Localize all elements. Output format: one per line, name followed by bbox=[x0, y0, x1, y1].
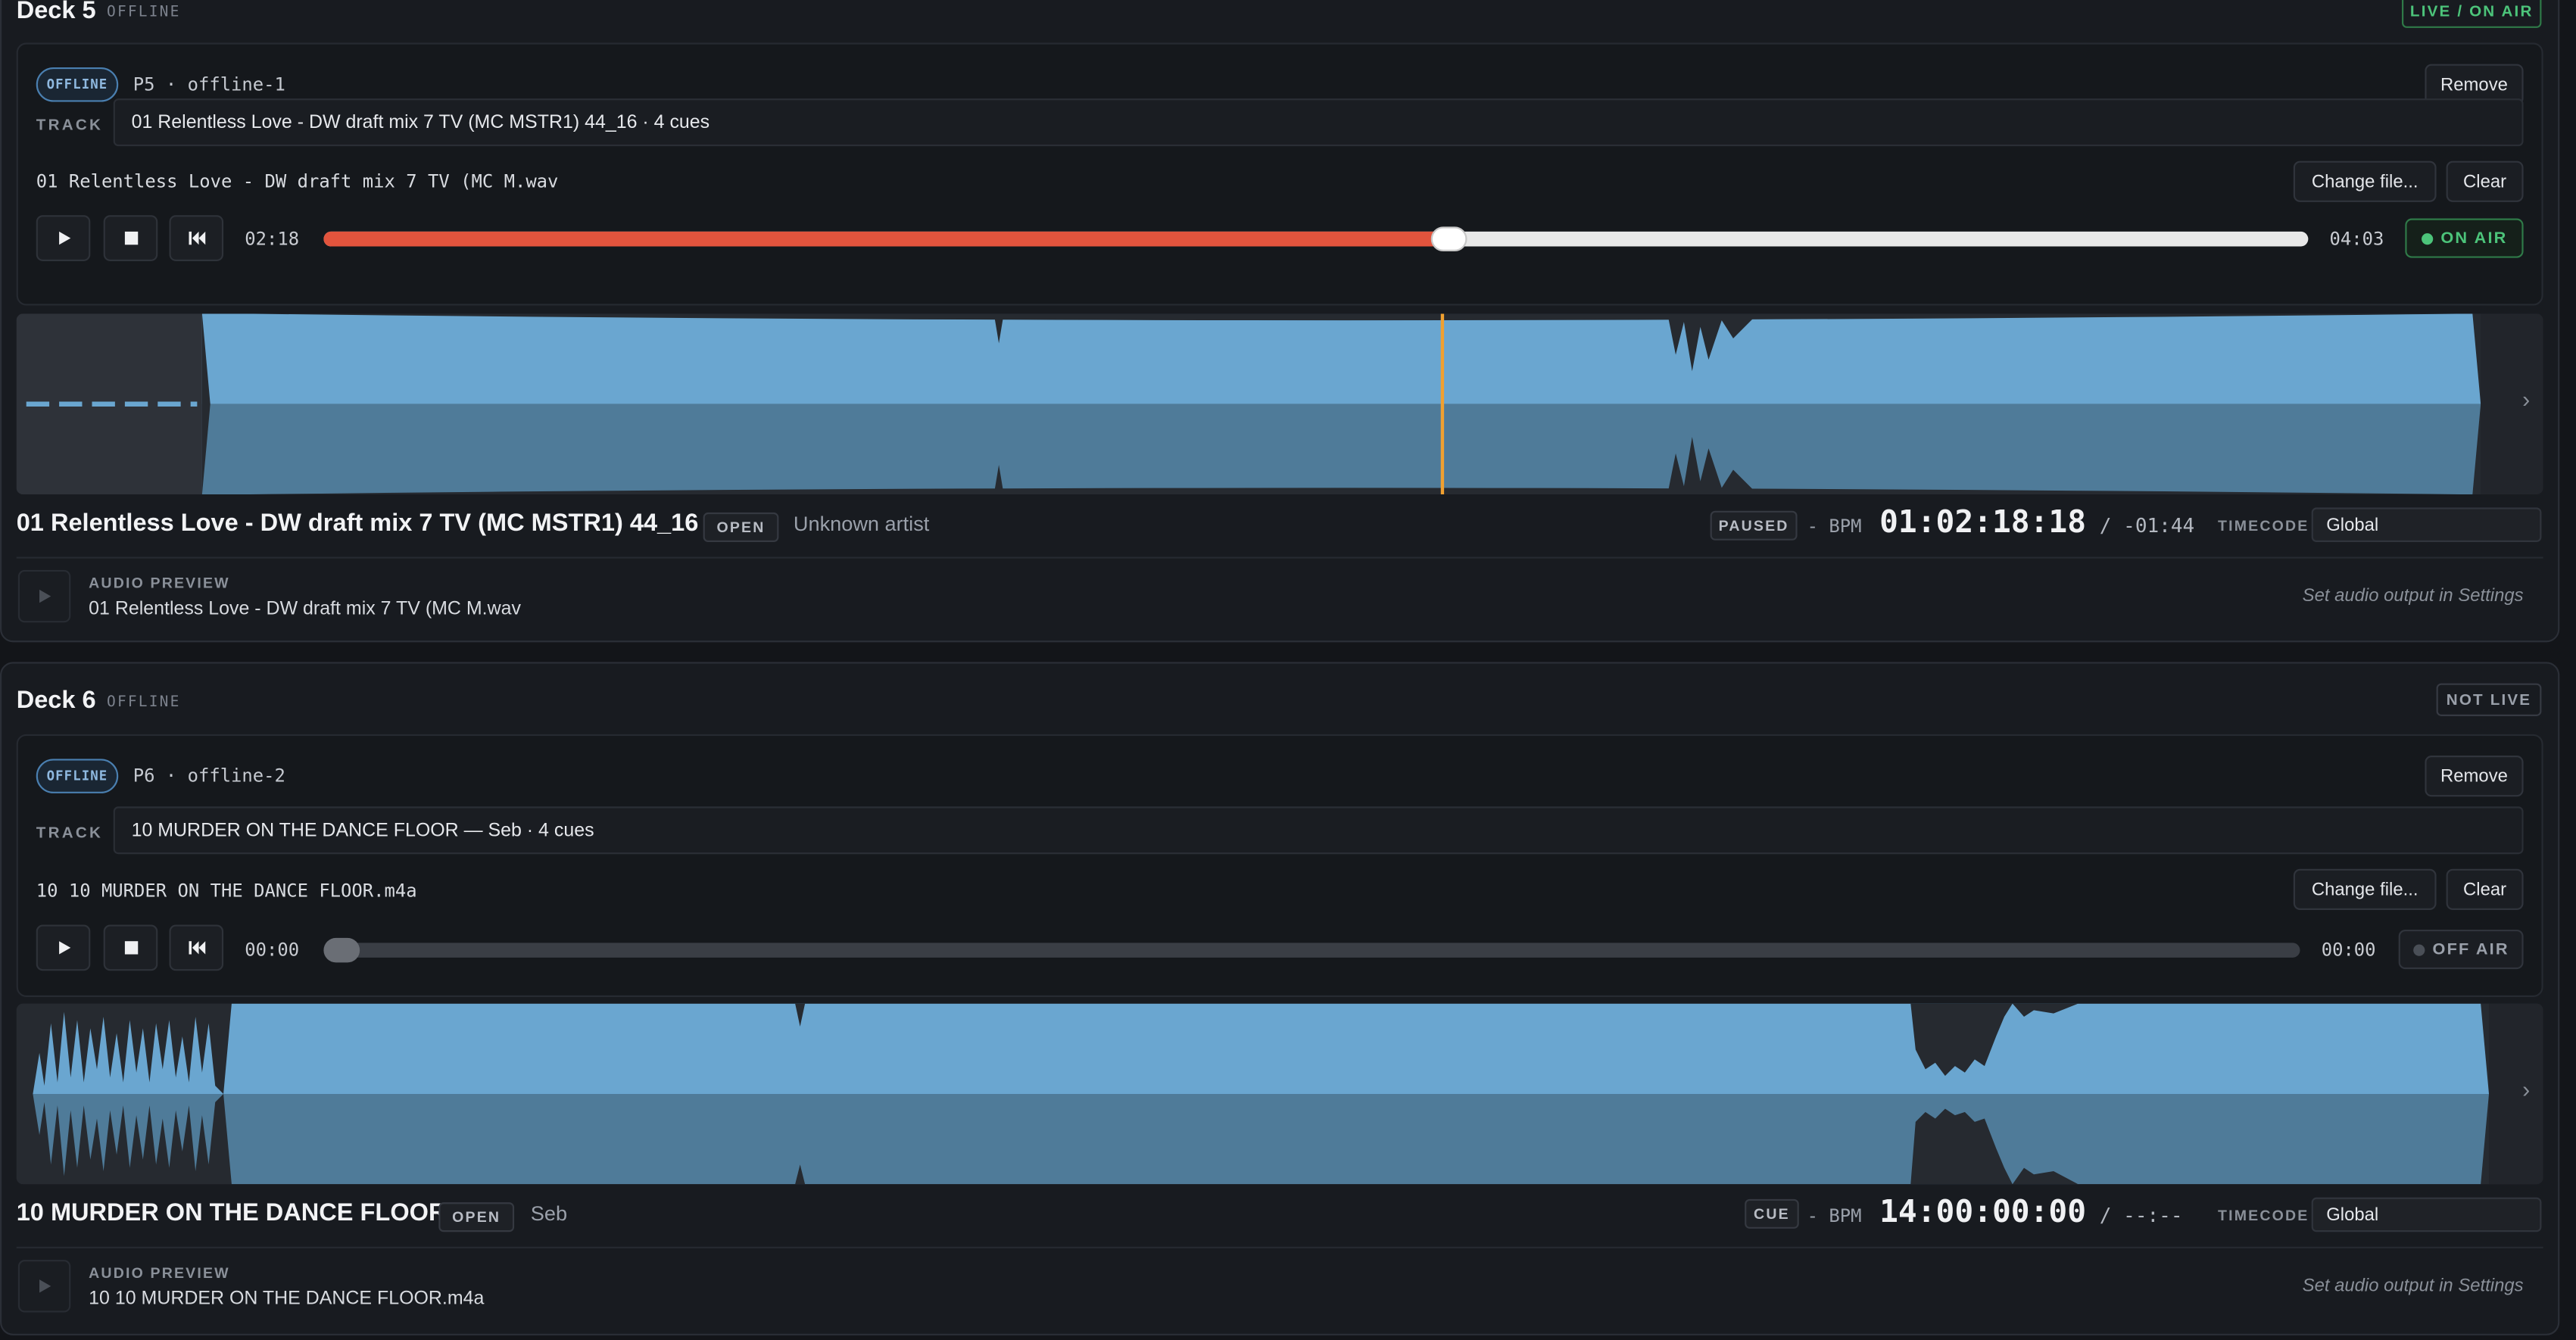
timecode-label: TIMECODE bbox=[2218, 1207, 2309, 1224]
remaining-time: / -01:44 bbox=[2099, 514, 2195, 538]
timecode: 14:00:00:00 bbox=[1879, 1194, 2087, 1231]
file-name: 10 10 MURDER ON THE DANCE FLOOR.m4a bbox=[36, 880, 417, 902]
progress-track[interactable] bbox=[323, 937, 2300, 963]
player-id: P6 · offline-2 bbox=[133, 765, 285, 787]
live-badge: NOT LIVE bbox=[2436, 683, 2542, 716]
deck-5: Deck 5 OFFLINE LIVE / ON AIR OFFLINE P5 … bbox=[0, 0, 2560, 643]
deck-6: Deck 6 OFFLINE NOT LIVE OFFLINE P6 · off… bbox=[0, 662, 2560, 1335]
deck-status: OFFLINE bbox=[107, 694, 181, 712]
time-total: 04:03 bbox=[2329, 228, 2384, 250]
play-button[interactable] bbox=[36, 215, 91, 261]
preview-hint: Set audio output in Settings bbox=[2302, 586, 2524, 606]
player-id: P5 · offline-1 bbox=[133, 73, 285, 95]
offline-pill: OFFLINE bbox=[36, 67, 119, 102]
stop-icon bbox=[123, 231, 138, 245]
progress-track[interactable] bbox=[323, 226, 2309, 251]
off-air-label: OFF AIR bbox=[2432, 940, 2509, 958]
file-name: 01 Relentless Love - DW draft mix 7 TV (… bbox=[36, 170, 559, 192]
open-button[interactable]: OPEN bbox=[438, 1202, 515, 1232]
track-info: 01 Relentless Love - DW draft mix 7 TV (… bbox=[16, 504, 2543, 545]
chevron-right-icon[interactable]: › bbox=[2522, 386, 2530, 413]
waveform[interactable]: › bbox=[16, 1003, 2543, 1185]
change-file-button[interactable]: Change file... bbox=[2293, 868, 2437, 910]
offline-pill: OFFLINE bbox=[36, 759, 119, 793]
timecode-source-select[interactable]: Global bbox=[2311, 507, 2542, 542]
time-total: 00:00 bbox=[2321, 940, 2376, 961]
waveform[interactable]: › bbox=[16, 313, 2543, 495]
off-air-button[interactable]: OFF AIR bbox=[2398, 930, 2524, 970]
preview-play-button[interactable] bbox=[17, 1260, 71, 1313]
waveform-graphic bbox=[33, 1003, 2543, 1185]
play-icon bbox=[58, 941, 70, 955]
on-air-button[interactable]: ON AIR bbox=[2405, 218, 2524, 258]
play-button[interactable] bbox=[36, 924, 91, 971]
track-title: 10 MURDER ON THE DANCE FLOOR bbox=[16, 1198, 447, 1227]
remove-button[interactable]: Remove bbox=[2425, 756, 2524, 797]
deck-status: OFFLINE bbox=[107, 5, 181, 22]
preview-file: 10 10 MURDER ON THE DANCE FLOOR.m4a bbox=[89, 1289, 485, 1310]
track-label: TRACK bbox=[36, 824, 104, 843]
preview-hint: Set audio output in Settings bbox=[2302, 1276, 2524, 1296]
timecode-source-select[interactable]: Global bbox=[2311, 1197, 2542, 1232]
bpm: - BPM bbox=[1807, 516, 1862, 538]
skip-back-icon bbox=[188, 941, 205, 955]
play-icon bbox=[58, 231, 70, 245]
status-dot-icon bbox=[2412, 943, 2425, 955]
progress-knob[interactable] bbox=[323, 937, 360, 963]
clear-button[interactable]: Clear bbox=[2446, 868, 2524, 910]
deck-title: Deck 5 bbox=[16, 0, 96, 25]
bpm: - BPM bbox=[1807, 1205, 1862, 1227]
divider bbox=[16, 1246, 2543, 1248]
track-label: TRACK bbox=[36, 117, 104, 135]
track-select[interactable]: 01 Relentless Love - DW draft mix 7 TV (… bbox=[113, 98, 2524, 147]
artist-name: Seb bbox=[530, 1202, 568, 1226]
stop-button[interactable] bbox=[103, 924, 158, 971]
preview-play-button[interactable] bbox=[17, 569, 71, 623]
player-panel: OFFLINE P6 · offline-2 Remove TRACK 10 M… bbox=[16, 734, 2543, 997]
status-dot-icon bbox=[2421, 232, 2433, 245]
artist-name: Unknown artist bbox=[793, 512, 930, 536]
state-badge: CUE bbox=[1745, 1198, 1799, 1229]
on-air-label: ON AIR bbox=[2440, 229, 2508, 248]
stop-icon bbox=[123, 941, 138, 955]
preview-label: AUDIO PREVIEW bbox=[89, 575, 230, 592]
play-icon bbox=[39, 1279, 51, 1293]
time-current: 00:00 bbox=[245, 940, 300, 961]
waveform-graphic bbox=[16, 313, 2543, 495]
clear-button[interactable]: Clear bbox=[2446, 160, 2524, 202]
divider bbox=[16, 556, 2543, 559]
preview-file: 01 Relentless Love - DW draft mix 7 TV (… bbox=[89, 599, 521, 619]
player-panel: OFFLINE P5 · offline-1 Remove TRACK 01 R… bbox=[16, 42, 2543, 306]
preview-label: AUDIO PREVIEW bbox=[89, 1264, 230, 1282]
track-select[interactable]: 10 MURDER ON THE DANCE FLOOR — Seb · 4 c… bbox=[113, 806, 2524, 855]
track-title: 01 Relentless Love - DW draft mix 7 TV (… bbox=[16, 509, 699, 538]
live-badge: LIVE / ON AIR bbox=[2402, 0, 2542, 28]
progress-knob[interactable] bbox=[1430, 226, 1467, 251]
timecode: 01:02:18:18 bbox=[1879, 504, 2087, 541]
stop-button[interactable] bbox=[103, 215, 158, 261]
time-current: 02:18 bbox=[245, 228, 300, 250]
play-icon bbox=[39, 589, 51, 603]
timecode-label: TIMECODE bbox=[2218, 517, 2309, 534]
remaining-time: / --:-- bbox=[2099, 1204, 2183, 1227]
rewind-button[interactable] bbox=[169, 215, 224, 261]
open-button[interactable]: OPEN bbox=[703, 512, 779, 542]
deck-title: Deck 6 bbox=[16, 686, 96, 715]
skip-back-icon bbox=[188, 231, 205, 245]
change-file-button[interactable]: Change file... bbox=[2293, 160, 2437, 202]
state-badge: PAUSED bbox=[1710, 510, 1798, 541]
track-info: 10 MURDER ON THE DANCE FLOOR OPEN Seb CU… bbox=[16, 1194, 2543, 1235]
progress-fill bbox=[323, 231, 1449, 247]
chevron-right-icon[interactable]: › bbox=[2522, 1076, 2530, 1102]
rewind-button[interactable] bbox=[169, 924, 224, 971]
